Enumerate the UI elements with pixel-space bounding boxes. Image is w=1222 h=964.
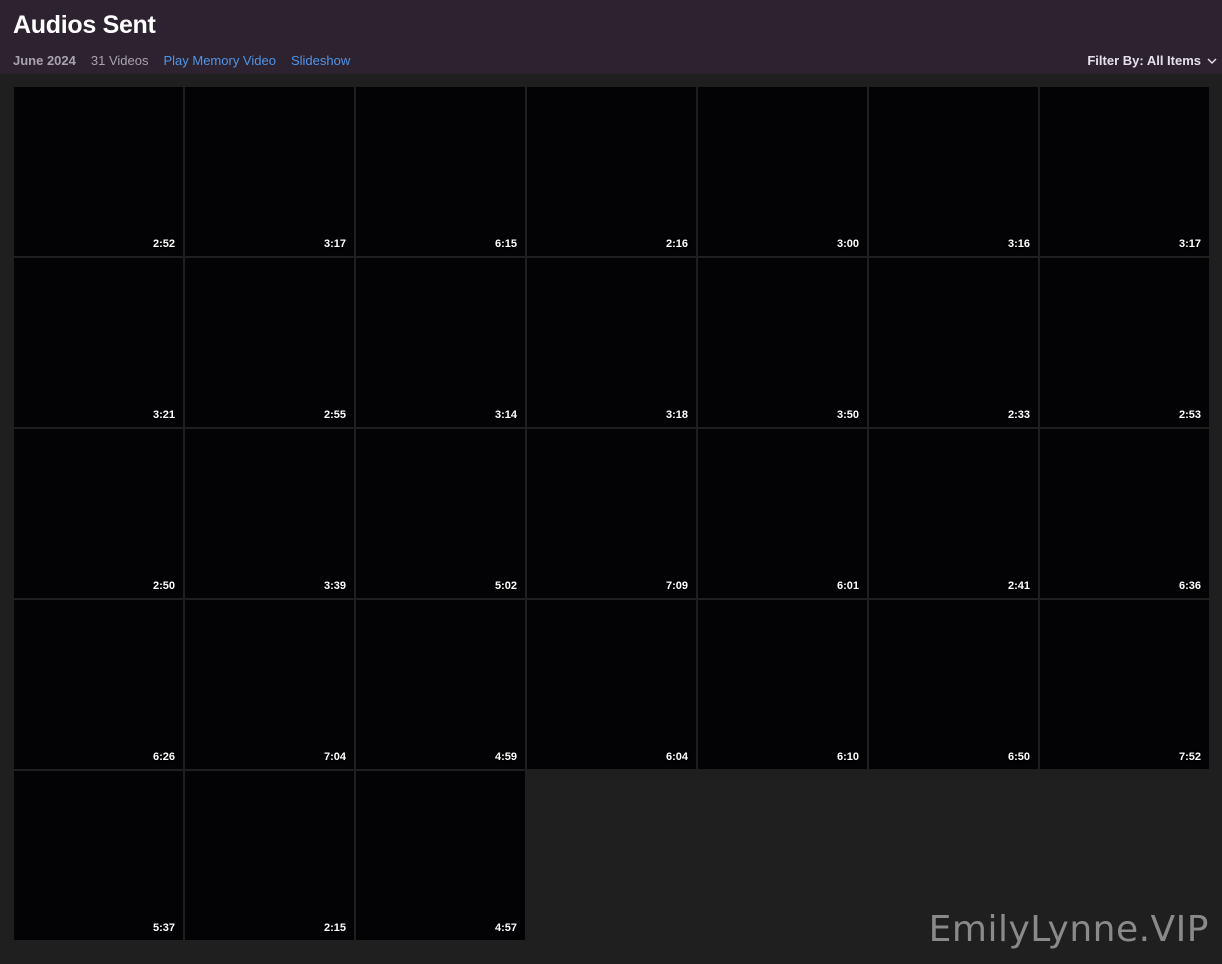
video-duration: 4:59 (494, 751, 517, 763)
video-duration: 2:16 (665, 238, 688, 250)
video-thumbnail[interactable]: 3:00 (698, 87, 867, 256)
video-duration: 3:17 (323, 238, 346, 250)
video-duration: 3:16 (1007, 238, 1030, 250)
video-duration: 6:26 (152, 751, 175, 763)
video-duration: 5:37 (152, 922, 175, 934)
video-duration: 3:18 (665, 409, 688, 421)
video-duration: 2:33 (1007, 409, 1030, 421)
video-duration: 3:21 (152, 409, 175, 421)
video-thumbnail[interactable]: 6:01 (698, 429, 867, 598)
video-duration: 7:04 (323, 751, 346, 763)
video-thumbnail[interactable]: 3:39 (185, 429, 354, 598)
page-title: Audios Sent (13, 11, 156, 39)
play-memory-video-link[interactable]: Play Memory Video (163, 53, 275, 68)
subbar: June 2024 31 Videos Play Memory Video Sl… (13, 53, 365, 68)
video-thumbnail[interactable]: 7:04 (185, 600, 354, 769)
video-duration: 6:36 (1178, 580, 1201, 592)
video-duration: 2:53 (1178, 409, 1201, 421)
video-thumbnail[interactable]: 6:36 (1040, 429, 1209, 598)
video-thumbnail[interactable]: 2:33 (869, 258, 1038, 427)
date-label: June 2024 (13, 53, 76, 68)
video-thumbnail[interactable]: 4:59 (356, 600, 525, 769)
watermark: EmilyLynne.VIP (928, 909, 1209, 950)
video-thumbnail[interactable]: 3:50 (698, 258, 867, 427)
video-duration: 2:41 (1007, 580, 1030, 592)
video-thumbnail[interactable]: 6:04 (527, 600, 696, 769)
video-thumbnail[interactable]: 2:15 (185, 771, 354, 940)
chevron-down-icon (1207, 58, 1217, 64)
video-duration: 6:15 (494, 238, 517, 250)
video-duration: 4:57 (494, 922, 517, 934)
video-thumbnail[interactable]: 2:52 (14, 87, 183, 256)
video-thumbnail[interactable]: 2:16 (527, 87, 696, 256)
video-thumbnail[interactable]: 2:50 (14, 429, 183, 598)
video-thumbnail[interactable]: 6:15 (356, 87, 525, 256)
video-duration: 3:39 (323, 580, 346, 592)
video-thumbnail[interactable]: 6:26 (14, 600, 183, 769)
filter-label: Filter By: All Items (1087, 53, 1201, 68)
video-thumbnail[interactable]: 7:09 (527, 429, 696, 598)
video-thumbnail[interactable]: 4:57 (356, 771, 525, 940)
video-thumbnail[interactable]: 3:17 (1040, 87, 1209, 256)
video-duration: 2:15 (323, 922, 346, 934)
video-thumbnail[interactable]: 3:14 (356, 258, 525, 427)
slideshow-link[interactable]: Slideshow (291, 53, 350, 68)
header: Audios Sent June 2024 31 Videos Play Mem… (0, 0, 1222, 74)
video-thumbnail[interactable]: 3:21 (14, 258, 183, 427)
video-duration: 3:17 (1178, 238, 1201, 250)
video-duration: 2:50 (152, 580, 175, 592)
video-grid: 2:52 3:17 6:15 2:16 3:00 3:16 3:17 3:21 2:55 3:14… (14, 87, 1209, 940)
video-thumbnail[interactable]: 2:53 (1040, 258, 1209, 427)
video-duration: 3:50 (836, 409, 859, 421)
video-thumbnail[interactable]: 3:18 (527, 258, 696, 427)
video-duration: 7:52 (1178, 751, 1201, 763)
video-duration: 5:02 (494, 580, 517, 592)
video-duration: 6:04 (665, 751, 688, 763)
video-thumbnail[interactable]: 5:37 (14, 771, 183, 940)
video-thumbnail[interactable]: 3:17 (185, 87, 354, 256)
video-thumbnail[interactable]: 6:50 (869, 600, 1038, 769)
video-duration: 6:01 (836, 580, 859, 592)
video-thumbnail[interactable]: 2:41 (869, 429, 1038, 598)
video-thumbnail[interactable]: 6:10 (698, 600, 867, 769)
video-duration: 2:55 (323, 409, 346, 421)
video-duration: 2:52 (152, 238, 175, 250)
video-thumbnail[interactable]: 2:55 (185, 258, 354, 427)
video-thumbnail[interactable]: 5:02 (356, 429, 525, 598)
video-duration: 3:14 (494, 409, 517, 421)
video-thumbnail[interactable]: 7:52 (1040, 600, 1209, 769)
video-duration: 7:09 (665, 580, 688, 592)
video-duration: 6:50 (1007, 751, 1030, 763)
video-thumbnail[interactable]: 3:16 (869, 87, 1038, 256)
video-duration: 6:10 (836, 751, 859, 763)
video-duration: 3:00 (836, 238, 859, 250)
video-count: 31 Videos (90, 53, 149, 68)
filter-dropdown[interactable]: Filter By: All Items (1087, 53, 1218, 68)
